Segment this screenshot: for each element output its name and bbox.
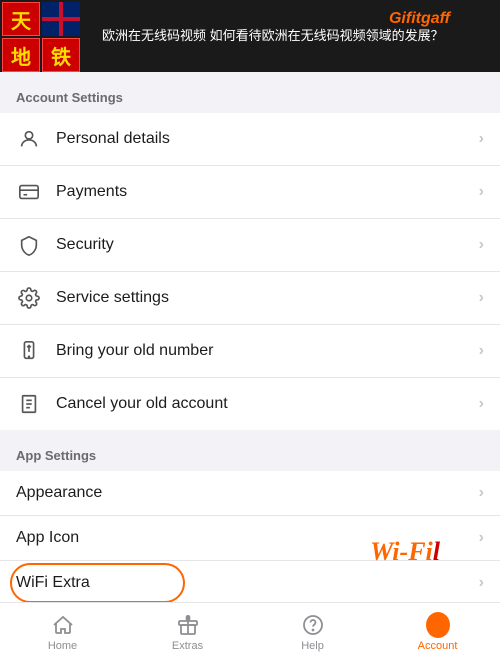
nav-help-label: Help	[301, 640, 324, 652]
wifi-extra-item[interactable]: WiFi Extra ›	[0, 561, 500, 602]
top-banner: 天 地 铁 欧洲在无线码视频 如何看待欧洲在无线码视频领域的发展？ Gifitg…	[0, 0, 500, 72]
home-icon	[51, 613, 75, 637]
bring-old-number-label: Bring your old number	[56, 342, 479, 360]
nav-help[interactable]: Help	[250, 607, 375, 658]
bring-old-number-chevron: ›	[479, 342, 484, 360]
bring-old-number-item[interactable]: Bring your old number ›	[0, 325, 500, 378]
app-icon-label: App Icon	[16, 529, 479, 547]
phone-transfer-icon	[16, 338, 42, 364]
account-icon	[426, 613, 450, 637]
nav-home[interactable]: Home	[0, 607, 125, 658]
chinese-chars-overlay: 天 地 铁	[2, 2, 80, 72]
cancel-old-account-chevron: ›	[479, 395, 484, 413]
security-chevron: ›	[479, 236, 484, 254]
shield-icon	[16, 232, 42, 258]
nav-extras[interactable]: Extras	[125, 607, 250, 658]
nav-account-label: Account	[418, 640, 458, 652]
personal-details-item[interactable]: Personal details ›	[0, 113, 500, 166]
person-icon	[16, 126, 42, 152]
nav-extras-label: Extras	[172, 640, 203, 652]
payments-label: Payments	[56, 183, 479, 201]
char-3: 铁	[42, 38, 80, 72]
screen-list-icon	[16, 391, 42, 417]
app-icon-chevron: ›	[479, 529, 484, 547]
security-item[interactable]: Security ›	[0, 219, 500, 272]
flag-uk	[42, 2, 80, 36]
app-settings-group: Appearance › App Icon › WiFi Extra ›	[0, 471, 500, 602]
card-icon	[16, 179, 42, 205]
char-2: 地	[2, 38, 40, 72]
wifi-extra-chevron: ›	[479, 574, 484, 592]
appearance-label: Appearance	[16, 484, 479, 502]
main-content: Account Settings Personal details › Paym…	[0, 72, 500, 602]
appearance-chevron: ›	[479, 484, 484, 502]
account-settings-header: Account Settings	[0, 72, 500, 113]
app-settings-header: App Settings	[0, 430, 500, 471]
account-settings-group: Personal details › Payments › Security ›	[0, 113, 500, 430]
personal-details-label: Personal details	[56, 130, 479, 148]
nav-account[interactable]: Account	[375, 607, 500, 658]
app-icon-item[interactable]: App Icon ›	[0, 516, 500, 561]
nav-home-label: Home	[48, 640, 77, 652]
service-settings-label: Service settings	[56, 289, 479, 307]
cancel-old-account-label: Cancel your old account	[56, 395, 479, 413]
char-1: 天	[2, 2, 40, 36]
banner-text: 欧洲在无线码视频 如何看待欧洲在无线码视频领域的发展？	[102, 27, 488, 45]
service-settings-chevron: ›	[479, 289, 484, 307]
cancel-old-account-item[interactable]: Cancel your old account ›	[0, 378, 500, 430]
personal-details-chevron: ›	[479, 130, 484, 148]
service-settings-item[interactable]: Service settings ›	[0, 272, 500, 325]
payments-chevron: ›	[479, 183, 484, 201]
banner-brand: Gifitgaff	[389, 10, 450, 28]
gift-icon	[176, 613, 200, 637]
appearance-item[interactable]: Appearance ›	[0, 471, 500, 516]
security-label: Security	[56, 236, 479, 254]
gear-icon	[16, 285, 42, 311]
wifi-extra-label: WiFi Extra	[16, 574, 479, 592]
payments-item[interactable]: Payments ›	[0, 166, 500, 219]
bottom-nav: Home Extras Help	[0, 602, 500, 662]
help-icon	[301, 613, 325, 637]
